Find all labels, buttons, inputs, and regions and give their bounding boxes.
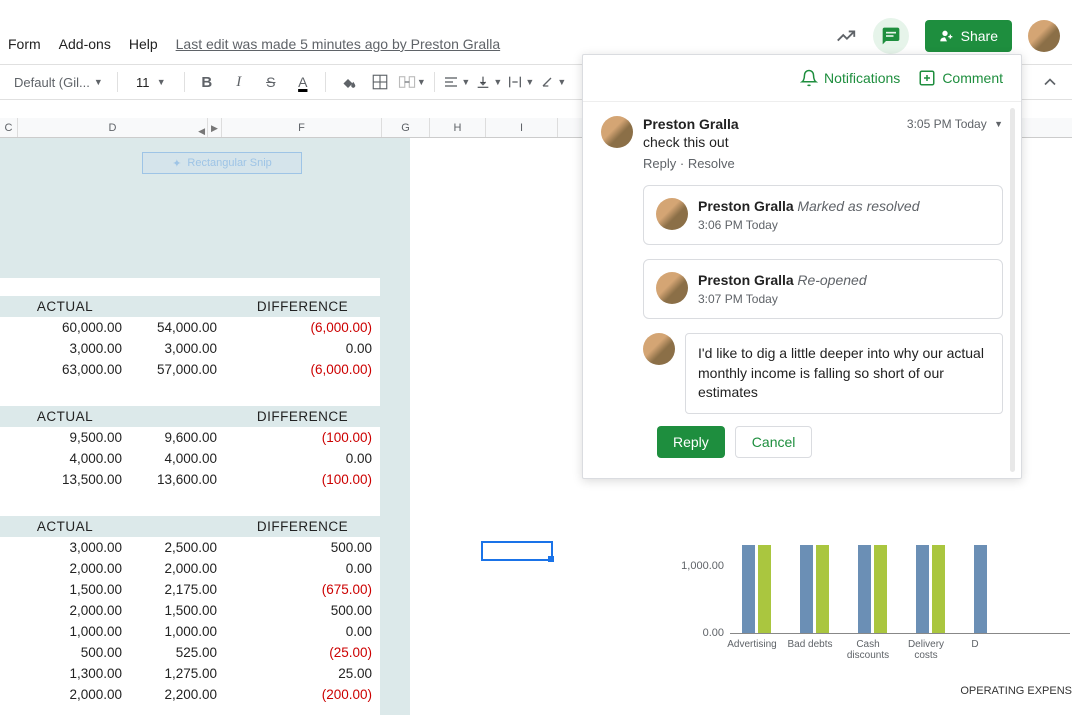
comment-history-resolved: Preston Gralla Marked as resolved 3:06 P… (643, 185, 1003, 245)
bold-button[interactable]: B (193, 68, 221, 96)
table-row[interactable]: 1,300.001,275.0025.00 (0, 663, 380, 684)
reply-compose: I'd like to dig a little deeper into why… (643, 333, 1003, 414)
table-row[interactable]: 2,000.001,500.00500.00 (0, 600, 380, 621)
col-header-d[interactable]: D ◀ (18, 118, 208, 137)
merge-button[interactable]: ▼ (398, 68, 426, 96)
snip-marker: ✦Rectangular Snip (142, 152, 302, 174)
reply-link[interactable]: Reply (643, 156, 676, 171)
reply-textarea[interactable]: I'd like to dig a little deeper into why… (685, 333, 1003, 414)
strikethrough-button[interactable]: S (257, 68, 285, 96)
selected-cell[interactable] (481, 541, 553, 561)
font-size-input[interactable]: 11 ▼ (126, 71, 176, 94)
table-section-2: ACTUALDIFFERENCE9,500.009,600.00(100.00)… (0, 406, 380, 490)
table-row[interactable]: 1,500.002,175.00(675.00) (0, 579, 380, 600)
table-row[interactable]: 9,500.009,600.00(100.00) (0, 427, 380, 448)
reply-button[interactable]: Reply (657, 426, 725, 458)
table-row[interactable]: 2,000.002,000.000.00 (0, 558, 380, 579)
open-comments-button[interactable] (873, 18, 909, 54)
col-header-c[interactable]: C (0, 118, 18, 137)
last-edit-link[interactable]: Last edit was made 5 minutes ago by Pres… (176, 36, 501, 52)
borders-button[interactable] (366, 68, 394, 96)
table-row[interactable]: 3,000.003,000.000.00 (0, 338, 380, 359)
table-row[interactable]: 13,500.0013,600.00(100.00) (0, 469, 380, 490)
rotate-button[interactable]: ▼ (539, 68, 567, 96)
col-header-h[interactable]: H (430, 118, 486, 137)
table-row[interactable]: 500.00525.00(25.00) (0, 642, 380, 663)
h-align-button[interactable]: ▼ (443, 68, 471, 96)
comment-text: check this out (643, 134, 1003, 150)
top-right-controls: Share (835, 18, 1060, 54)
notifications-button[interactable]: Notifications (800, 69, 900, 87)
menu-help[interactable]: Help (129, 36, 158, 52)
share-button[interactable]: Share (925, 20, 1012, 52)
table-row[interactable]: 60,000.0054,000.00(6,000.00) (0, 317, 380, 338)
col-expand[interactable]: ▶ (208, 118, 222, 137)
fill-color-button[interactable] (334, 68, 362, 96)
user-avatar[interactable] (1028, 20, 1060, 52)
font-selector[interactable]: Default (Gil...▼ (8, 71, 109, 94)
table-row[interactable]: 3,000.002,500.00500.00 (0, 537, 380, 558)
col-header-i[interactable]: I (486, 118, 558, 137)
chart-title: OPERATING EXPENS (960, 685, 1072, 697)
avatar (643, 333, 675, 365)
scrollbar[interactable] (1010, 108, 1015, 472)
text-color-button[interactable]: A (289, 68, 317, 96)
v-align-button[interactable]: ▼ (475, 68, 503, 96)
avatar (656, 198, 688, 230)
share-label: Share (961, 28, 998, 44)
col-header-f[interactable]: F (222, 118, 382, 137)
menu-addons[interactable]: Add-ons (59, 36, 111, 52)
wrap-button[interactable]: ▼ (507, 68, 535, 96)
comment-thread: Preston Gralla 3:05 PM Today ▼ check thi… (601, 116, 1003, 171)
comment-panel: Notifications Comment Preston Gralla 3:0… (582, 54, 1022, 479)
comment-author: Preston Gralla (643, 116, 739, 132)
avatar (656, 272, 688, 304)
comment-time[interactable]: 3:05 PM Today ▼ (907, 117, 1003, 131)
trend-icon[interactable] (835, 25, 857, 47)
new-comment-button[interactable]: Comment (918, 69, 1003, 87)
menu-bar: Form Add-ons Help Last edit was made 5 m… (0, 36, 500, 52)
col-header-g[interactable]: G (382, 118, 430, 137)
resolve-link[interactable]: Resolve (688, 156, 735, 171)
chart-preview: 1,000.00 0.00 Advertising Bad debts Cash… (672, 545, 1072, 715)
menu-form[interactable]: Form (8, 36, 41, 52)
spreadsheet-grid[interactable]: ✦Rectangular Snip ACTUALDIFFERENCE60,000… (0, 138, 585, 715)
table-section-3: ACTUALDIFFERENCE3,000.002,500.00500.002,… (0, 516, 380, 705)
italic-button[interactable]: I (225, 68, 253, 96)
comment-avatar (601, 116, 633, 148)
table-row[interactable]: 2,000.002,200.00(200.00) (0, 684, 380, 705)
collapse-icon[interactable] (1040, 72, 1060, 92)
table-row[interactable]: 63,000.0057,000.00(6,000.00) (0, 359, 380, 380)
cancel-button[interactable]: Cancel (735, 426, 813, 458)
table-row[interactable]: 4,000.004,000.000.00 (0, 448, 380, 469)
table-row[interactable]: 1,000.001,000.000.00 (0, 621, 380, 642)
table-section-1: ACTUALDIFFERENCE60,000.0054,000.00(6,000… (0, 296, 380, 380)
comment-history-reopened: Preston Gralla Re-opened 3:07 PM Today (643, 259, 1003, 319)
